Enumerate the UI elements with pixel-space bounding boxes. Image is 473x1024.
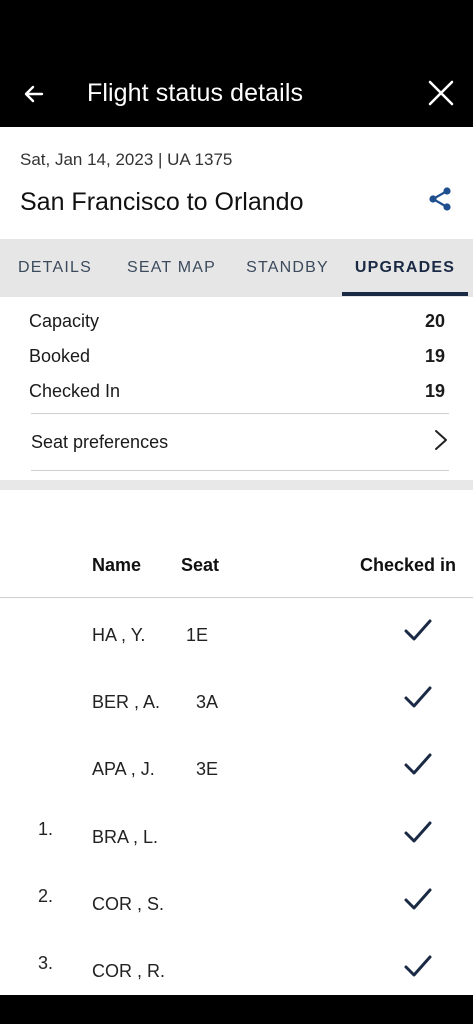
table-row: BER , A. 3A <box>0 686 473 732</box>
stat-booked: Booked 19 <box>29 346 445 367</box>
checkmark-icon <box>400 680 440 720</box>
navigation-bar <box>0 995 473 1024</box>
table-header-divider <box>0 597 473 598</box>
tab-bar: DETAILS SEAT MAP STANDBY UPGRADES <box>0 239 473 297</box>
stat-label: Checked In <box>29 381 121 401</box>
passenger-name: HA , Y. <box>92 625 146 645</box>
chevron-right-icon <box>433 429 449 456</box>
table-row: 1. BRA , L. <box>0 819 473 867</box>
divider <box>31 470 449 471</box>
column-header-checked-in: Checked in <box>360 555 457 575</box>
stat-label: Capacity <box>29 311 100 331</box>
app-bar: Flight status details <box>0 62 473 127</box>
tab-details[interactable]: DETAILS <box>0 239 110 297</box>
tab-standby[interactable]: STANDBY <box>233 239 342 297</box>
checkmark-icon <box>400 815 440 855</box>
status-bar <box>0 0 473 62</box>
checkmark-icon <box>400 747 440 787</box>
column-header-seat: Seat <box>181 555 220 575</box>
table-row: APA , J. 3E <box>0 753 473 799</box>
seat-number: 3E <box>196 759 219 779</box>
tab-upgrades[interactable]: UPGRADES <box>342 239 468 297</box>
row-number: 1. <box>38 819 54 839</box>
row-number: 2. <box>38 886 54 906</box>
row-number: 3. <box>38 953 54 973</box>
table-row: 2. COR , S. <box>0 886 473 934</box>
stat-capacity: Capacity 20 <box>29 311 445 332</box>
stat-value: 20 <box>424 311 445 331</box>
active-tab-indicator <box>342 292 468 296</box>
section-separator <box>0 480 473 490</box>
flight-route: San Francisco to Orlando <box>20 188 304 216</box>
stat-label: Booked <box>29 346 91 366</box>
passenger-name: BRA , L. <box>92 827 159 847</box>
table-row: HA , Y. 1E <box>0 619 473 665</box>
stat-value: 19 <box>424 381 445 401</box>
arrow-left-icon[interactable] <box>14 74 54 114</box>
tab-seat-map[interactable]: SEAT MAP <box>110 239 233 297</box>
share-icon[interactable] <box>425 184 455 214</box>
seat-number: 3A <box>196 692 219 712</box>
passenger-name: BER , A. <box>92 692 161 712</box>
seat-preferences-row[interactable]: Seat preferences <box>31 414 449 470</box>
seat-number: 1E <box>186 625 209 645</box>
page-title: Flight status details <box>87 79 304 107</box>
close-icon[interactable] <box>421 73 461 113</box>
checkmark-icon <box>400 882 440 922</box>
checkmark-icon <box>400 949 440 989</box>
passenger-name: COR , R. <box>92 961 166 981</box>
checkmark-icon <box>400 613 440 653</box>
passenger-name: COR , S. <box>92 894 165 914</box>
stat-value: 19 <box>424 346 445 366</box>
column-header-name: Name <box>92 555 142 575</box>
passenger-name: APA , J. <box>92 759 155 779</box>
seat-preferences-label: Seat preferences <box>31 431 169 452</box>
stat-checked-in: Checked In 19 <box>29 381 445 402</box>
flight-meta: Sat, Jan 14, 2023 | UA 1375 <box>20 150 233 169</box>
